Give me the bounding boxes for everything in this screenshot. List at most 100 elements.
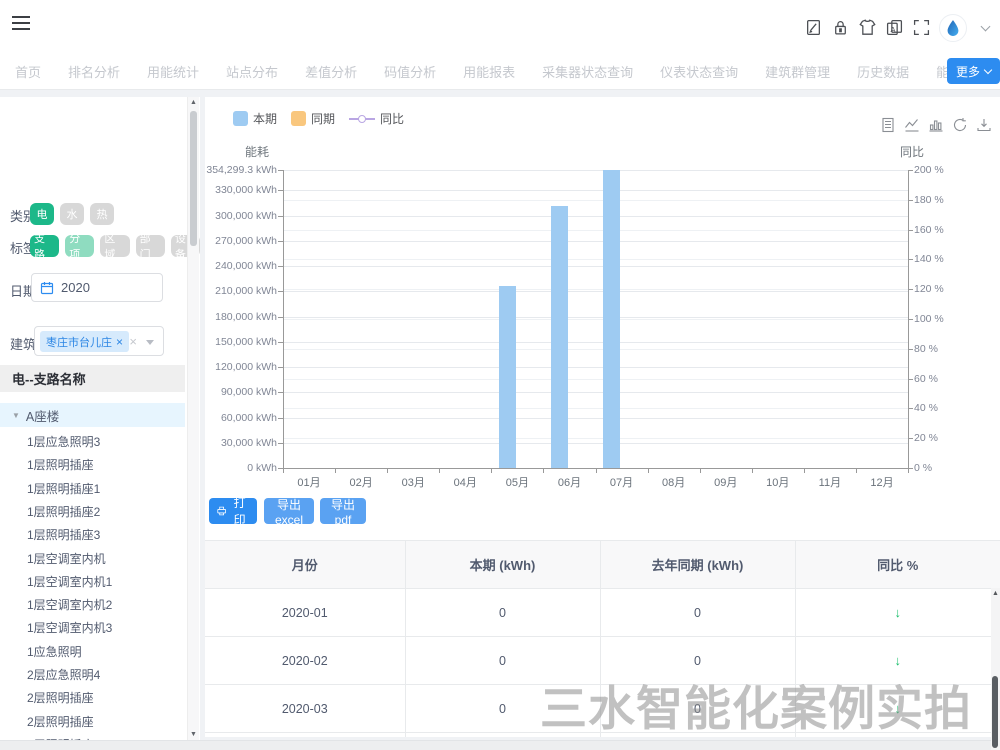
left-axis-tick-label: 354,299.3 kWh bbox=[205, 164, 277, 176]
right-axis-tick-label: 120 % bbox=[914, 283, 944, 295]
tree-node-13[interactable]: 2层照明插座1 bbox=[0, 733, 185, 740]
x-axis-tick bbox=[491, 469, 492, 473]
right-axis-tick-label: 40 % bbox=[914, 402, 938, 414]
category-button-2[interactable]: 热 bbox=[90, 203, 114, 225]
gridline-left bbox=[284, 190, 908, 191]
category-button-1[interactable]: 水 bbox=[60, 203, 84, 225]
scroll-down-icon[interactable]: ▼ bbox=[188, 731, 199, 738]
theme-shirt-icon[interactable] bbox=[858, 19, 876, 37]
sidebar-scroll-thumb[interactable] bbox=[190, 111, 197, 246]
translate-icon[interactable]: A bbox=[885, 19, 903, 37]
table-cell: 0 bbox=[405, 685, 600, 733]
print-button[interactable]: 打印 bbox=[209, 498, 257, 524]
tab-1[interactable]: 排名分析 bbox=[68, 55, 120, 89]
tab-6[interactable]: 用能报表 bbox=[463, 55, 515, 89]
header-chevron-down-icon[interactable] bbox=[976, 19, 994, 37]
tab-10[interactable]: 历史数据 bbox=[857, 55, 909, 89]
category-options: 电水热 bbox=[30, 203, 114, 225]
tree-node-root[interactable]: ▼ A座楼 bbox=[0, 403, 185, 427]
gridline-left bbox=[284, 216, 908, 217]
save-image-icon[interactable] bbox=[976, 117, 992, 133]
legend-item-1[interactable]: 同期 bbox=[291, 110, 335, 127]
chart-legend: 本期同期同比 bbox=[233, 110, 404, 127]
left-axis-tick-label: 210,000 kWh bbox=[205, 285, 277, 297]
tree-node-7[interactable]: 1层空调室内机2 bbox=[0, 593, 185, 616]
tag-button-3[interactable]: 部门 bbox=[136, 235, 165, 257]
legend-label: 本期 bbox=[253, 110, 277, 127]
tree-node-2[interactable]: 1层照明插座1 bbox=[0, 477, 185, 500]
tree-node-3[interactable]: 1层照明插座2 bbox=[0, 500, 185, 523]
x-axis-tick-label: 12月 bbox=[852, 474, 912, 490]
user-avatar-logo[interactable] bbox=[939, 14, 967, 42]
tag-button-2[interactable]: 区域 bbox=[100, 235, 129, 257]
more-button-label: 更多 bbox=[956, 63, 980, 80]
tab-2[interactable]: 用能统计 bbox=[147, 55, 199, 89]
tab-5[interactable]: 码值分析 bbox=[384, 55, 436, 89]
top-header: A bbox=[0, 0, 1000, 56]
tree-node-0[interactable]: 1层应急照明3 bbox=[0, 430, 185, 453]
tree-node-11[interactable]: 2层照明插座 bbox=[0, 686, 185, 709]
tree-node-1[interactable]: 1层照明插座 bbox=[0, 453, 185, 476]
gridline-right bbox=[284, 289, 908, 290]
x-axis-tick-label: 03月 bbox=[383, 474, 443, 490]
table-scroll-up-icon[interactable]: ▲ bbox=[991, 590, 1000, 597]
x-axis-tick-label: 04月 bbox=[435, 474, 495, 490]
gridline-left bbox=[284, 170, 908, 171]
left-axis-title: 能耗 bbox=[245, 143, 269, 160]
legend-item-2[interactable]: 同比 bbox=[349, 110, 404, 127]
tab-4[interactable]: 差值分析 bbox=[305, 55, 357, 89]
horizontal-scrollbar[interactable] bbox=[0, 740, 1000, 750]
header-icon-group: A bbox=[804, 0, 994, 55]
right-axis-tick-label: 80 % bbox=[914, 343, 938, 355]
gridline-left bbox=[284, 291, 908, 292]
tree-node-9[interactable]: 1应急照明 bbox=[0, 640, 185, 663]
edit-note-icon[interactable] bbox=[804, 19, 822, 37]
tree-node-10[interactable]: 2层应急照明4 bbox=[0, 663, 185, 686]
yoy-down-arrow-icon: ↓ bbox=[895, 701, 902, 716]
building-tag-close-icon[interactable]: × bbox=[116, 335, 123, 349]
table-scroll-thumb[interactable] bbox=[992, 676, 998, 748]
printer-icon bbox=[217, 505, 226, 517]
legend-item-0[interactable]: 本期 bbox=[233, 110, 277, 127]
tab-7[interactable]: 采集器状态查询 bbox=[542, 55, 633, 89]
gridline-left bbox=[284, 443, 908, 444]
menu-hamburger-icon[interactable] bbox=[12, 16, 30, 30]
tree-node-12[interactable]: 2层照明插座 bbox=[0, 710, 185, 733]
refresh-icon[interactable] bbox=[952, 117, 968, 133]
tree-node-4[interactable]: 1层照明插座3 bbox=[0, 523, 185, 546]
tree-node-8[interactable]: 1层空调室内机3 bbox=[0, 616, 185, 639]
export-excel-button[interactable]: 导出excel bbox=[264, 498, 314, 524]
lock-icon[interactable] bbox=[831, 19, 849, 37]
tree-node-5[interactable]: 1层空调室内机 bbox=[0, 547, 185, 570]
tab-3[interactable]: 站点分布 bbox=[226, 55, 278, 89]
scroll-up-icon[interactable]: ▲ bbox=[188, 99, 199, 106]
gridline-left bbox=[284, 241, 908, 242]
bar-chart-toggle-icon[interactable] bbox=[928, 117, 944, 133]
bar-06月 bbox=[551, 206, 568, 468]
tag-button-1[interactable]: 分项 bbox=[65, 235, 94, 257]
sidebar-scrollbar[interactable]: ▲ ▼ bbox=[187, 97, 199, 740]
date-input[interactable]: 2020 bbox=[31, 273, 163, 302]
tree-node-6[interactable]: 1层空调室内机1 bbox=[0, 570, 185, 593]
tag-button-0[interactable]: 支路 bbox=[30, 235, 59, 257]
building-select[interactable]: 枣庄市台儿庄 × × bbox=[34, 326, 164, 356]
fullscreen-icon[interactable] bbox=[912, 19, 930, 37]
table-scrollbar[interactable]: ▲ bbox=[991, 588, 1000, 750]
more-tabs-button[interactable]: 更多 bbox=[947, 58, 1000, 84]
right-axis-tick-label: 20 % bbox=[914, 432, 938, 444]
tree-header: 电--支路名称 bbox=[0, 365, 185, 392]
gridline-right bbox=[284, 408, 908, 409]
table-cell-yoy: ↓ bbox=[795, 733, 1000, 738]
table-cell: 2020-03 bbox=[205, 685, 405, 733]
tree-collapse-caret-icon[interactable]: ▼ bbox=[12, 411, 20, 420]
category-button-0[interactable]: 电 bbox=[30, 203, 54, 225]
table-header-row: 月份本期 (kWh)去年同期 (kWh)同比 % bbox=[205, 541, 1000, 589]
data-view-icon[interactable] bbox=[880, 117, 896, 133]
export-pdf-button[interactable]: 导出pdf bbox=[320, 498, 366, 524]
tab-8[interactable]: 仪表状态查询 bbox=[660, 55, 738, 89]
tab-9[interactable]: 建筑群管理 bbox=[765, 55, 830, 89]
line-chart-toggle-icon[interactable] bbox=[904, 117, 920, 133]
tab-0[interactable]: 首页 bbox=[15, 55, 41, 89]
legend-square-icon bbox=[233, 111, 248, 126]
building-clear-icon[interactable]: × bbox=[129, 334, 137, 349]
